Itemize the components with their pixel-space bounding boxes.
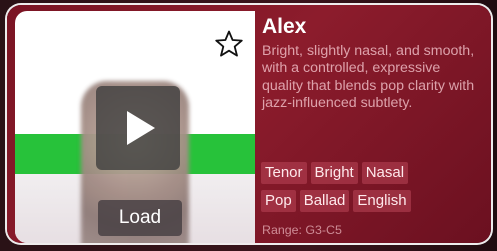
voice-card[interactable]: Load Alex Bright, slightly nasal, and sm… <box>7 5 491 243</box>
star-outline-icon[interactable] <box>214 29 244 59</box>
tag-row-primary: Tenor Bright Nasal <box>261 162 481 184</box>
tag-bright[interactable]: Bright <box>310 162 358 184</box>
tag-nasal[interactable]: Nasal <box>361 162 409 184</box>
tag-pop[interactable]: Pop <box>261 190 296 212</box>
voice-name: Alex <box>262 15 307 38</box>
load-button[interactable]: Load <box>98 200 182 236</box>
tag-tenor[interactable]: Tenor <box>261 162 307 184</box>
voice-description: Bright, slightly nasal, and smooth, with… <box>262 43 475 112</box>
tag-english[interactable]: English <box>353 190 411 212</box>
play-icon <box>127 111 155 145</box>
play-button[interactable] <box>96 86 180 170</box>
page: Load Alex Bright, slightly nasal, and sm… <box>0 0 497 251</box>
tag-ballad[interactable]: Ballad <box>299 190 350 212</box>
voice-info: Alex Bright, slightly nasal, and smooth,… <box>262 15 477 113</box>
tag-row-secondary: Pop Ballad English <box>261 190 481 212</box>
voice-tags: Tenor Bright Nasal Pop Ballad English <box>261 162 481 218</box>
voice-range: Range: G3-C5 <box>262 223 342 237</box>
